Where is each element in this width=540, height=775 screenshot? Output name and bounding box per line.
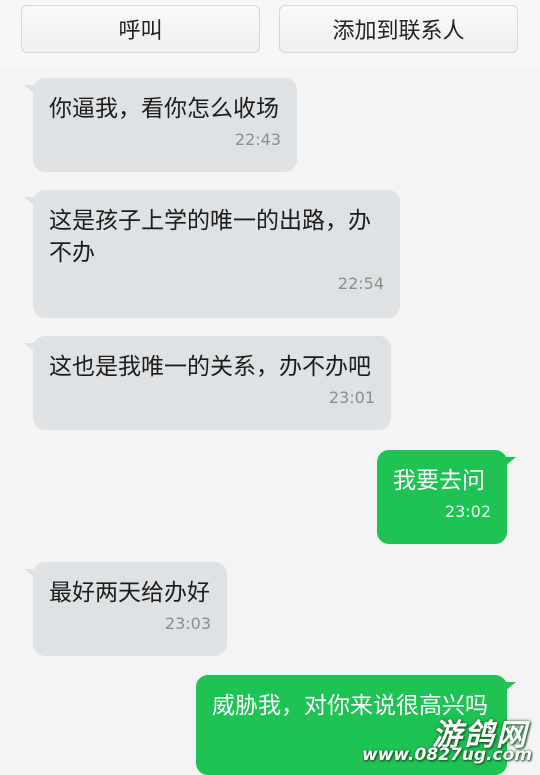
message-text: 最好两天给办好 [49, 580, 210, 606]
message-time: 22:54 [337, 274, 384, 293]
message-time: 22:43 [234, 130, 281, 149]
message-text: 我要去问 [393, 468, 485, 494]
add-to-contacts-button[interactable]: 添加到联系人 [279, 5, 518, 53]
action-bar: 呼叫 添加到联系人 [0, 0, 540, 66]
message-text: 威胁我，对你来说很高兴吗 [212, 693, 488, 719]
message-bubble-incoming[interactable]: 这是孩子上学的唯一的出路，办 不办 22:54 [24, 190, 400, 318]
message-time: 23:02 [444, 502, 491, 521]
message-bubble-incoming[interactable]: 你逼我，看你怎么收场 22:43 [24, 78, 297, 172]
call-button[interactable]: 呼叫 [21, 5, 260, 53]
message-bubble-incoming[interactable]: 最好两天给办好 23:03 [24, 562, 227, 656]
message-bubble-incoming[interactable]: 这也是我唯一的关系，办不办吧 23:01 [24, 336, 391, 430]
message-bubble-outgoing[interactable]: 我要去问 23:02 [377, 450, 516, 544]
message-text: 这是孩子上学的唯一的出路，办 不办 [49, 208, 371, 266]
message-time: 23:03 [164, 614, 211, 633]
message-text: 这也是我唯一的关系，办不办吧 [49, 354, 371, 380]
message-bubble-outgoing[interactable]: 威胁我，对你来说很高兴吗 [196, 675, 516, 775]
message-time: 23:01 [328, 388, 375, 407]
message-text: 你逼我，看你怎么收场 [49, 96, 279, 122]
